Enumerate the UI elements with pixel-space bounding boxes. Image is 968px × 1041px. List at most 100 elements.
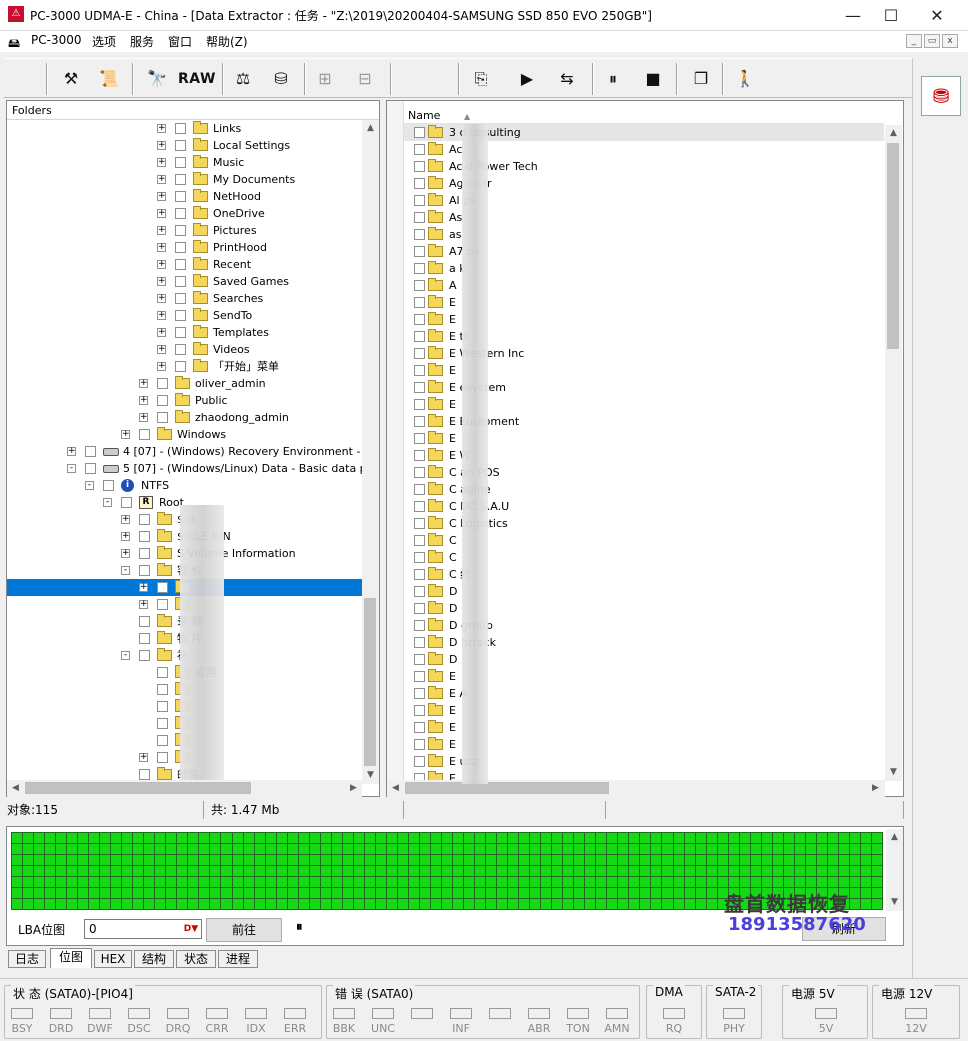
tab-process[interactable]: 进程 (218, 950, 258, 968)
file-checkbox[interactable] (414, 450, 425, 461)
expand-icon[interactable]: + (157, 345, 166, 354)
tree-node[interactable]: + Windows (7, 426, 362, 443)
node-checkbox[interactable] (139, 429, 150, 440)
expand-icon[interactable]: + (157, 124, 166, 133)
node-checkbox[interactable] (175, 208, 186, 219)
file-checkbox[interactable] (414, 433, 425, 444)
node-checkbox[interactable] (157, 582, 168, 593)
app-menu-icon[interactable]: 🖴 (8, 34, 24, 50)
file-checkbox[interactable] (414, 246, 425, 257)
file-checkbox[interactable] (414, 688, 425, 699)
scroll-thumb[interactable] (364, 598, 376, 766)
file-checkbox[interactable] (414, 722, 425, 733)
node-checkbox[interactable] (139, 565, 150, 576)
file-checkbox[interactable] (414, 365, 425, 376)
expand-icon[interactable]: + (121, 515, 130, 524)
expand-icon[interactable]: + (157, 328, 166, 337)
scroll-down-icon[interactable]: ▼ (362, 767, 379, 784)
tree-node[interactable]: - 5 [07] - (Windows/Linux) Data - Basic d… (7, 460, 362, 477)
node-checkbox[interactable] (175, 242, 186, 253)
scroll-left-icon[interactable]: ◀ (7, 780, 24, 797)
node-checkbox[interactable] (175, 157, 186, 168)
expand-icon[interactable]: + (157, 260, 166, 269)
file-checkbox[interactable] (414, 569, 425, 580)
tab-bitmap[interactable]: 位图 (50, 948, 92, 968)
file-checkbox[interactable] (414, 348, 425, 359)
expand-icon[interactable]: + (121, 430, 130, 439)
node-checkbox[interactable] (175, 293, 186, 304)
pause-icon[interactable]: ⏸ (600, 66, 626, 92)
tree-node[interactable]: + Local Settings (7, 137, 362, 154)
scroll-thumb[interactable] (405, 782, 609, 794)
file-checkbox[interactable] (414, 127, 425, 138)
expand-icon[interactable]: + (157, 141, 166, 150)
node-checkbox[interactable] (175, 327, 186, 338)
node-checkbox[interactable] (157, 667, 168, 678)
node-checkbox[interactable] (157, 395, 168, 406)
file-checkbox[interactable] (414, 518, 425, 529)
node-checkbox[interactable] (175, 344, 186, 355)
file-checkbox[interactable] (414, 637, 425, 648)
tab-hex[interactable]: HEX (94, 950, 132, 968)
tree-vertical-scrollbar[interactable]: ▲ ▼ (362, 120, 379, 784)
files-vertical-scrollbar[interactable]: ▲ ▼ (885, 125, 902, 781)
file-checkbox[interactable] (414, 552, 425, 563)
tools-icon[interactable]: ⚒ (58, 66, 84, 92)
name-column-header[interactable]: Name ▲ (404, 107, 884, 124)
node-checkbox[interactable] (175, 310, 186, 321)
tab-status[interactable]: 状态 (176, 950, 216, 968)
file-checkbox[interactable] (414, 229, 425, 240)
node-checkbox[interactable] (175, 276, 186, 287)
scroll-up-icon[interactable]: ▲ (362, 120, 379, 137)
tree-node[interactable]: + oliver_admin (7, 375, 362, 392)
node-checkbox[interactable] (157, 412, 168, 423)
expand-icon[interactable]: + (157, 243, 166, 252)
tree-node[interactable]: + Pictures (7, 222, 362, 239)
tree-node[interactable]: + Links (7, 120, 362, 137)
menu-window[interactable]: 窗口 (168, 33, 192, 50)
mdi-close-button[interactable]: x (942, 34, 958, 48)
expand-icon[interactable]: + (139, 413, 148, 422)
node-checkbox[interactable] (175, 259, 186, 270)
database-icon[interactable]: ⛃ (921, 76, 961, 116)
node-checkbox[interactable] (139, 769, 150, 780)
tree-node[interactable]: + OneDrive (7, 205, 362, 222)
node-checkbox[interactable] (175, 174, 186, 185)
expand-icon[interactable]: + (139, 600, 148, 609)
node-checkbox[interactable] (157, 718, 168, 729)
tree-export-icon[interactable]: ⊟ (352, 66, 378, 92)
tab-structure[interactable]: 结构 (134, 950, 174, 968)
expand-icon[interactable]: + (157, 158, 166, 167)
node-checkbox[interactable] (175, 140, 186, 151)
file-checkbox[interactable] (414, 671, 425, 682)
scroll-thumb[interactable] (887, 143, 899, 349)
menu-help[interactable]: 帮助(Z) (206, 33, 248, 50)
expand-icon[interactable]: + (139, 396, 148, 405)
tree-icon[interactable]: ⊞ (312, 66, 338, 92)
tree-node[interactable]: + Templates (7, 324, 362, 341)
windows-icon[interactable]: ❐ (688, 66, 714, 92)
expand-icon[interactable]: + (139, 379, 148, 388)
drive-save-icon[interactable]: ⛁ (268, 66, 294, 92)
expand-icon[interactable]: + (157, 311, 166, 320)
expand-icon[interactable]: + (67, 447, 76, 456)
node-checkbox[interactable] (175, 123, 186, 134)
binoculars-icon[interactable]: 🔭 (144, 66, 170, 92)
menu-options[interactable]: 选项 (92, 33, 116, 50)
file-checkbox[interactable] (414, 756, 425, 767)
file-checkbox[interactable] (414, 467, 425, 478)
file-checkbox[interactable] (414, 501, 425, 512)
file-checkbox[interactable] (414, 382, 425, 393)
tree-node[interactable]: + PrintHood (7, 239, 362, 256)
file-checkbox[interactable] (414, 297, 425, 308)
scroll-right-icon[interactable]: ▶ (345, 780, 362, 797)
tree-node[interactable]: +4 [07] - (Windows) Recovery Environment… (7, 443, 362, 460)
file-checkbox[interactable] (414, 263, 425, 274)
tab-log[interactable]: 日志 (8, 950, 46, 968)
menu-service[interactable]: 服务 (130, 33, 154, 50)
tree-node[interactable]: + SendTo (7, 307, 362, 324)
tree-node[interactable]: + Public (7, 392, 362, 409)
node-checkbox[interactable] (139, 633, 150, 644)
expand-icon[interactable]: + (121, 532, 130, 541)
node-checkbox[interactable] (139, 650, 150, 661)
